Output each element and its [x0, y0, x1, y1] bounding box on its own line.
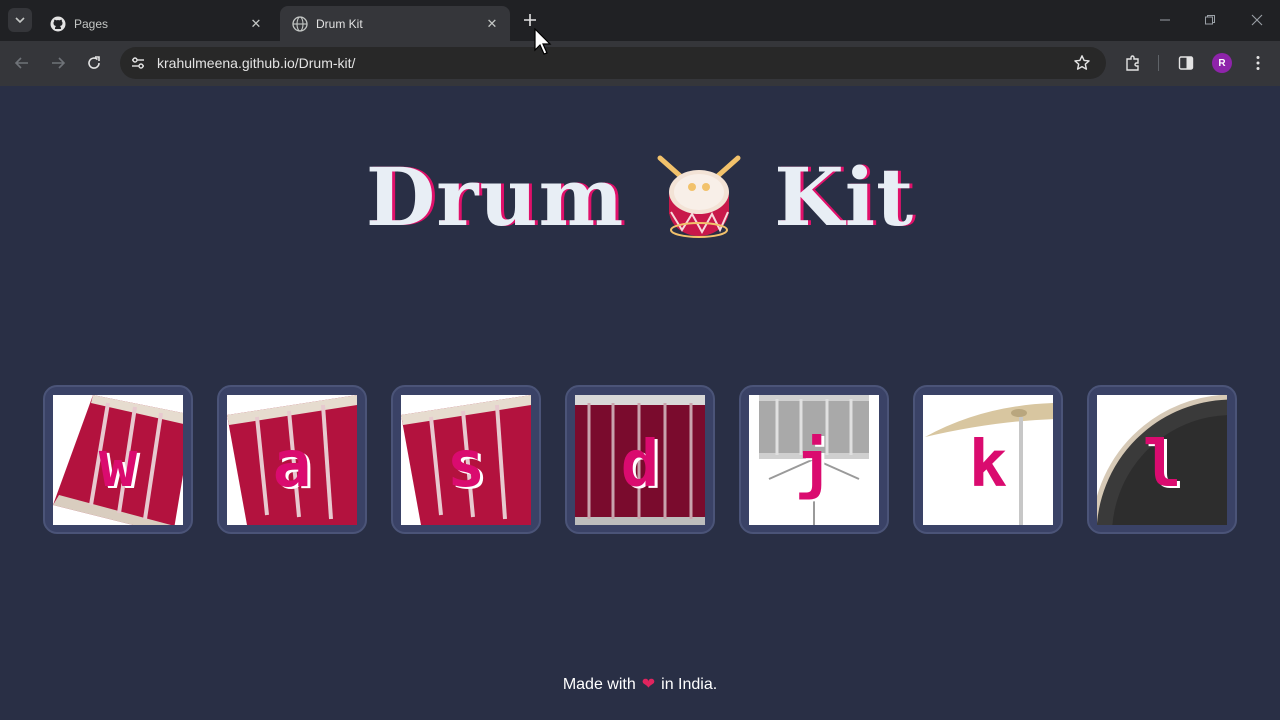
drum-pad-j[interactable]: j: [739, 385, 889, 534]
crash-cymbal-image: k: [923, 395, 1053, 525]
address-bar[interactable]: krahulmeena.github.io/Drum-kit/: [120, 47, 1106, 79]
close-window-button[interactable]: [1247, 10, 1267, 30]
arrow-left-icon: [14, 57, 28, 69]
drum-pad-d[interactable]: d: [565, 385, 715, 534]
reload-button[interactable]: [82, 51, 106, 75]
pad-key-label: d: [620, 428, 660, 502]
reload-icon: [88, 56, 100, 69]
toolbar-divider: [1158, 55, 1159, 71]
heart-icon: ❤: [641, 676, 656, 693]
minimize-icon: [1160, 19, 1170, 21]
plus-icon: [524, 14, 536, 26]
tab-pages[interactable]: Pages ✕: [38, 6, 274, 41]
tom-drum-image: a: [227, 395, 357, 525]
footer-text-after: in India.: [661, 676, 718, 693]
browser-toolbar: krahulmeena.github.io/Drum-kit/: [0, 41, 1280, 86]
url-text[interactable]: krahulmeena.github.io/Drum-kit/: [157, 55, 355, 71]
drum-icon: [657, 155, 741, 238]
mouse-cursor-icon: [534, 28, 552, 55]
pad-key-label: l: [1142, 428, 1182, 502]
snare-drum-image: j: [749, 395, 879, 525]
pad-key-label: k: [968, 428, 1008, 502]
minimize-button[interactable]: [1155, 10, 1175, 30]
tab-search-button[interactable]: [8, 8, 32, 32]
drum-pad-s[interactable]: s: [391, 385, 541, 534]
drum-pad-l[interactable]: l: [1087, 385, 1237, 534]
close-icon: [1251, 14, 1263, 26]
drum-pads: w a s d j k l: [43, 385, 1237, 534]
side-panel-icon[interactable]: [1176, 53, 1196, 73]
pad-key-label: s: [446, 428, 486, 502]
pad-key-label: a: [272, 428, 312, 502]
pad-key-label: w: [98, 428, 138, 502]
tab-title: Pages: [74, 16, 109, 31]
forward-button[interactable]: [46, 51, 70, 75]
kick-drum-image: l: [1097, 395, 1227, 525]
title-kit: Kit: [774, 150, 915, 244]
drum-pad-k[interactable]: k: [913, 385, 1063, 534]
drum-pad-a[interactable]: a: [217, 385, 367, 534]
github-icon: [50, 16, 66, 32]
footer-text-before: Made with: [562, 676, 636, 693]
kebab-menu-icon[interactable]: [1248, 53, 1268, 73]
arrow-right-icon: [52, 57, 66, 69]
tom-drum-image: w: [53, 395, 183, 525]
profile-avatar[interactable]: R: [1212, 53, 1232, 73]
site-settings-icon[interactable]: [128, 53, 148, 73]
title-drum: Drum: [365, 150, 625, 244]
globe-icon: [292, 15, 308, 32]
footer: Made with ❤ in India.: [0, 674, 1280, 694]
back-button[interactable]: [10, 51, 34, 75]
restore-icon: [1205, 15, 1215, 25]
tab-title: Drum Kit: [316, 16, 363, 31]
tom-drum-image: s: [401, 395, 531, 525]
tab-drum-kit[interactable]: Drum Kit ✕: [280, 6, 510, 41]
close-tab-icon[interactable]: ✕: [248, 16, 264, 32]
restore-button[interactable]: [1200, 10, 1220, 30]
chevron-down-icon: [15, 17, 25, 24]
drum-pad-w[interactable]: w: [43, 385, 193, 534]
close-tab-icon[interactable]: ✕: [484, 16, 500, 32]
extensions-icon[interactable]: [1123, 53, 1143, 73]
tab-strip: Pages ✕ Drum Kit ✕: [0, 0, 1280, 41]
page-title: Drum Kit: [0, 150, 1280, 244]
bookmark-star-icon[interactable]: [1072, 53, 1092, 73]
bass-drum-image: d: [575, 395, 705, 525]
pad-key-label: j: [794, 428, 834, 502]
